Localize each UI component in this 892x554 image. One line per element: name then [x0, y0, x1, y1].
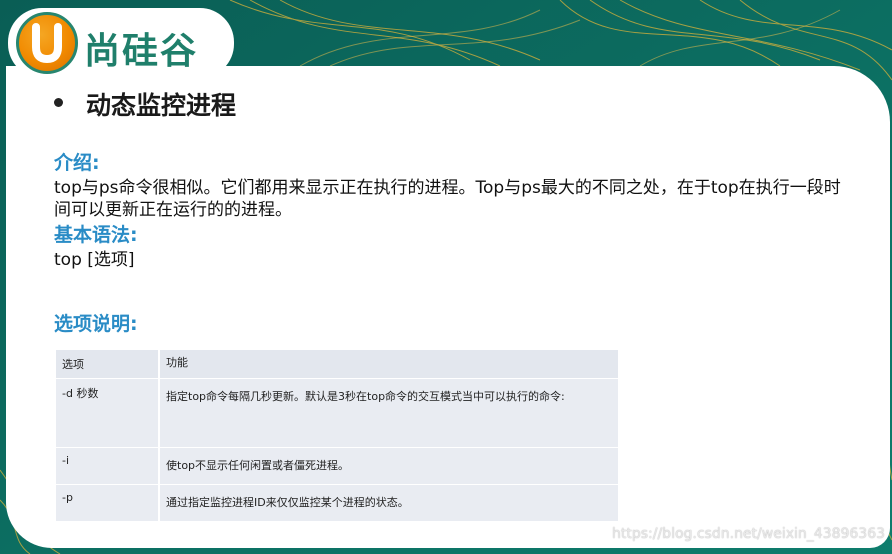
options-table: 选项 功能 -d 秒数 指定top命令每隔几秒更新。默认是3秒在top命令的交互… — [56, 350, 618, 522]
watermark-text: https://blog.csdn.net/weixin_43896363 — [612, 526, 886, 542]
desc-cell: 使top不显示任何闲置或者僵死进程。 — [160, 448, 618, 485]
header-option: 选项 — [56, 350, 160, 379]
page-title: 动态监控进程 — [86, 91, 237, 120]
table-row: -d 秒数 指定top命令每隔几秒更新。默认是3秒在top命令的交互模式当中可以… — [56, 379, 618, 448]
syntax-text: top [选项] — [54, 250, 135, 270]
option-cell: -i — [56, 448, 160, 485]
desc-cell: 通过指定监控进程ID来仅仅监控某个进程的状态。 — [160, 485, 618, 522]
header-function: 功能 — [160, 350, 618, 379]
option-cell: -p — [56, 485, 160, 522]
syntax-title: 基本语法: — [54, 224, 138, 246]
table-row: -p 通过指定监控进程ID来仅仅监控某个进程的状态。 — [56, 485, 618, 522]
table-header-row: 选项 功能 — [56, 350, 618, 379]
brand-logo: 尚硅谷 — [8, 8, 234, 78]
logo-u-icon — [16, 12, 78, 74]
intro-title: 介绍: — [54, 152, 100, 174]
logo-text: 尚硅谷 — [84, 31, 199, 72]
intro-text: top与ps命令很相似。它们都用来显示正在执行的进程。Top与ps最大的不同之处… — [54, 178, 841, 220]
desc-cell: 指定top命令每隔几秒更新。默认是3秒在top命令的交互模式当中可以执行的命令: — [160, 379, 618, 448]
option-cell: -d 秒数 — [56, 379, 160, 448]
table-row: -i 使top不显示任何闲置或者僵死进程。 — [56, 448, 618, 485]
bullet-dot — [54, 98, 63, 107]
options-title: 选项说明: — [54, 313, 138, 335]
